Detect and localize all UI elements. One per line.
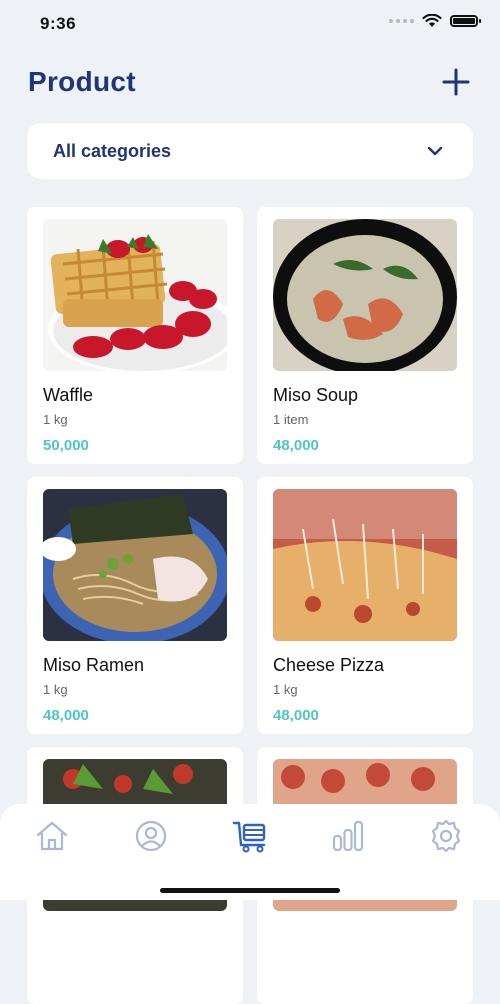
plus-icon [442,68,470,96]
product-image-waffle [43,219,227,371]
bottom-nav [0,804,500,900]
product-unit: 1 kg [43,412,68,427]
page-title: Product [28,66,136,97]
product-image-cheese-pizza [273,489,457,641]
settings-icon [431,819,461,853]
cart-icon [232,821,266,853]
header: Product [28,58,472,106]
product-image-miso-ramen [43,489,227,641]
home-icon [36,821,68,851]
status-bar: 9:36 [0,0,500,48]
product-price: 48,000 [273,707,319,724]
battery-icon [450,15,481,27]
product-unit: 1 item [273,412,309,427]
product-unit: 1 kg [43,682,68,697]
product-card-miso-soup[interactable]: Miso Soup 1 item 48,000 [257,207,473,464]
product-price: 50,000 [43,437,89,454]
product-name: Miso Soup [273,385,359,405]
chevron-down-icon [427,146,443,156]
product-price: 48,000 [43,707,89,724]
signal-icon [389,19,414,23]
status-time: 9:36 [40,14,77,33]
product-name: Cheese Pizza [273,655,385,675]
product-unit: 1 kg [273,682,298,697]
status-icons [389,14,481,28]
category-selected-value: All categories [53,140,172,161]
stats-icon [332,820,364,852]
add-product-button[interactable] [440,66,472,98]
product-card-waffle[interactable]: Waffle 1 kg 50,000 [27,207,243,464]
nav-settings[interactable] [428,818,468,858]
home-indicator [160,888,340,893]
nav-home[interactable] [34,818,74,858]
wifi-icon [422,14,442,27]
category-dropdown[interactable]: All categories [27,123,473,179]
user-icon [135,820,167,852]
product-name: Waffle [43,385,94,405]
nav-statistics[interactable] [330,818,370,858]
product-image-miso-soup [273,219,457,371]
nav-products[interactable] [232,818,272,858]
product-name: Miso Ramen [43,655,145,675]
product-card-cheese-pizza[interactable]: Cheese Pizza 1 kg 48,000 [257,477,473,734]
product-card-miso-ramen[interactable]: Miso Ramen 1 kg 48,000 [27,477,243,734]
nav-profile[interactable] [133,818,173,858]
product-price: 48,000 [273,437,319,454]
